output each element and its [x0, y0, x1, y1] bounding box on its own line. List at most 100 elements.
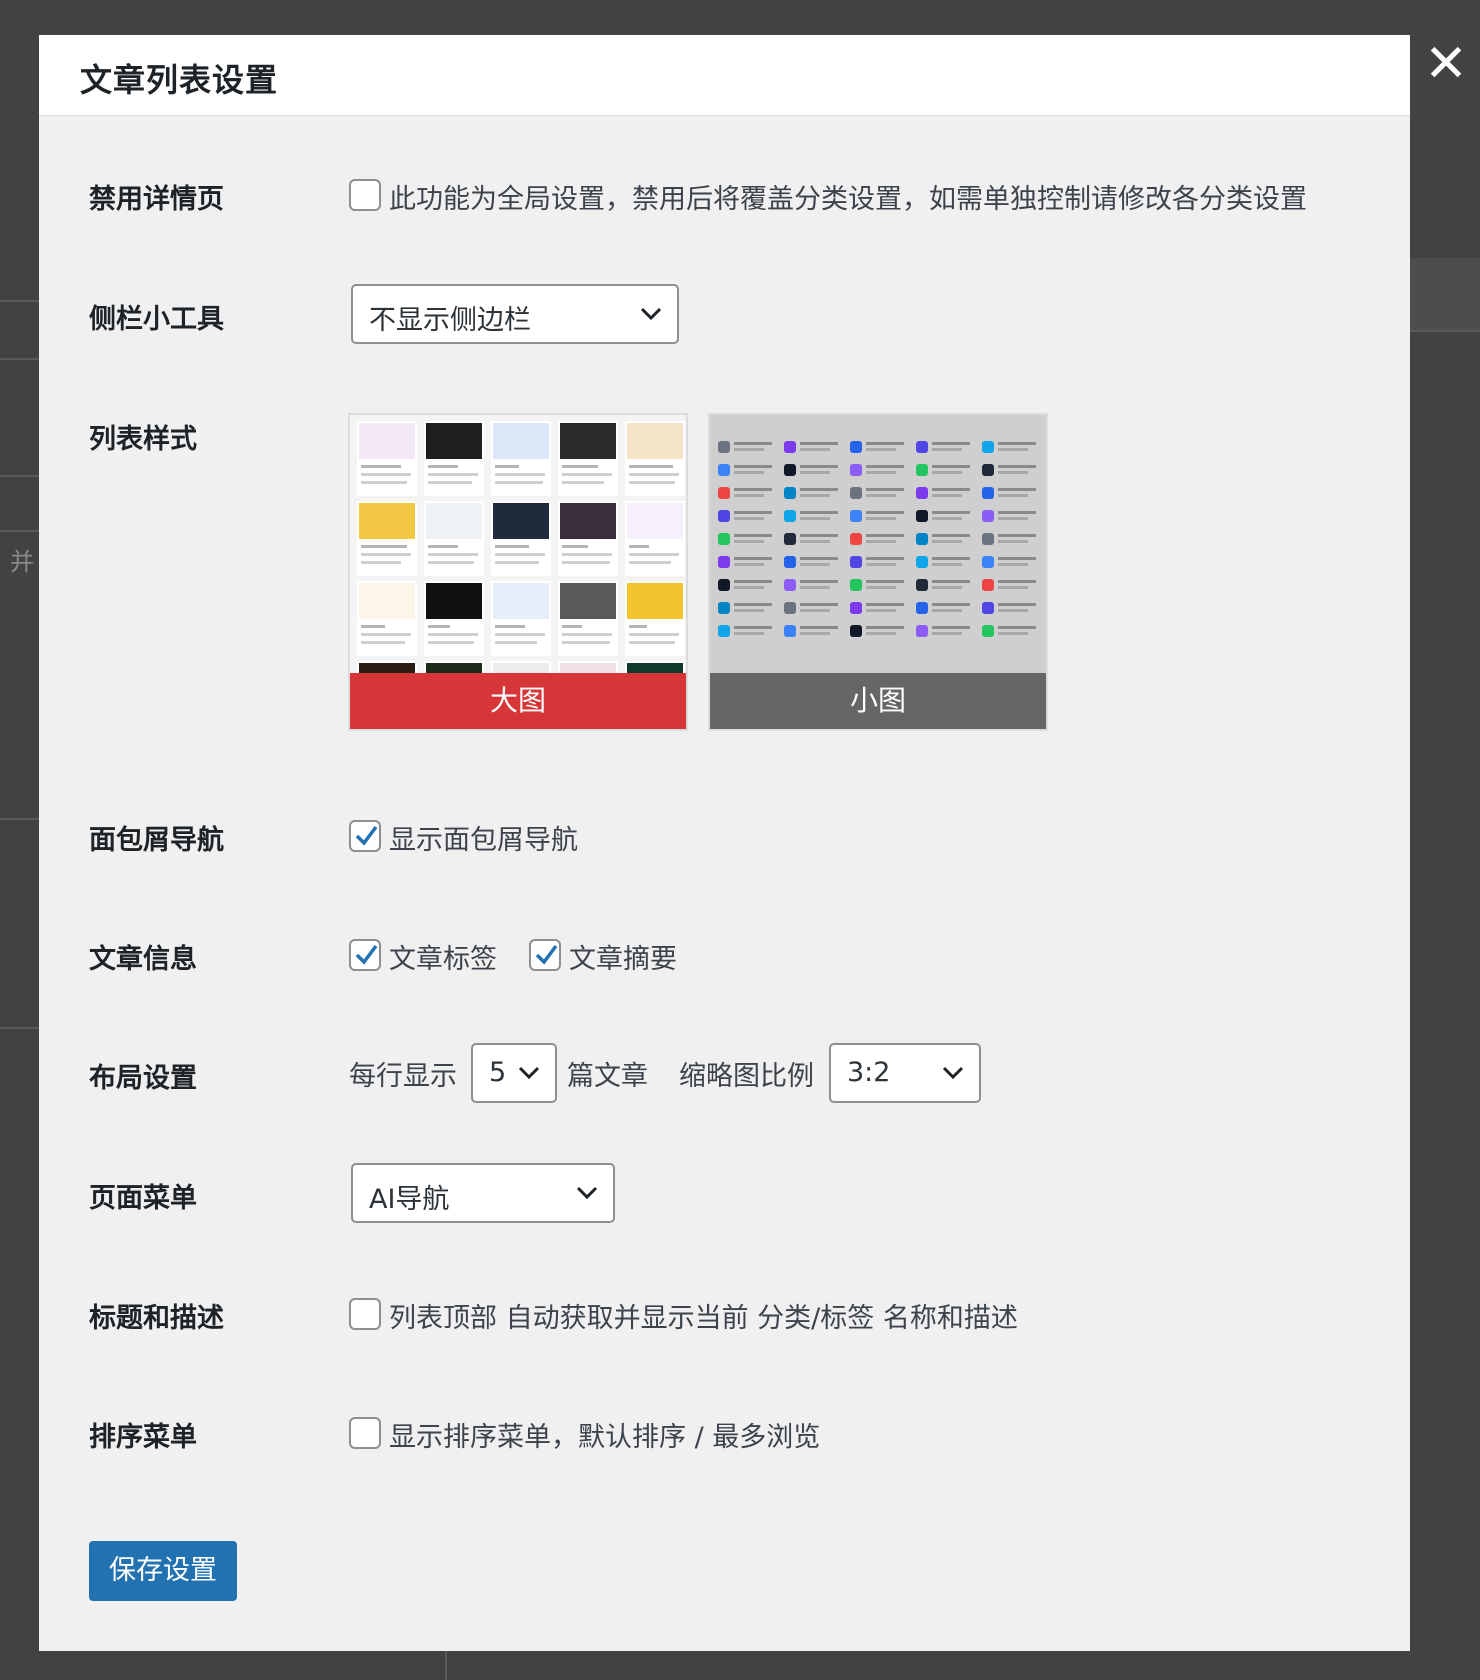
preview-list-item	[850, 508, 910, 526]
preview-tile	[491, 581, 551, 656]
preview-list-item	[718, 554, 778, 572]
post-tags-text: 文章标签	[389, 944, 497, 975]
style-option-small[interactable]: 小图	[708, 413, 1048, 731]
breadcrumb-text: 显示面包屑导航	[389, 825, 578, 856]
label-post-info: 文章信息	[89, 944, 197, 975]
preview-list-item	[982, 577, 1042, 595]
label-list-style: 列表样式	[89, 424, 197, 455]
ratio-label: 缩略图比例	[679, 1061, 814, 1092]
backdrop-divider	[0, 358, 39, 360]
preview-list-item	[982, 508, 1042, 526]
preview-list-item	[850, 600, 910, 618]
label-title-desc: 标题和描述	[89, 1303, 224, 1334]
label-sidebar: 侧栏小工具	[89, 304, 224, 335]
backdrop-divider	[0, 1027, 39, 1029]
post-tags-checkbox[interactable]	[349, 939, 381, 971]
preview-list-item	[982, 439, 1042, 457]
preview-tile	[625, 421, 685, 496]
preview-list-item	[916, 600, 976, 618]
preview-list-item	[916, 439, 976, 457]
backdrop-text: 并	[10, 548, 34, 576]
preview-list-item	[916, 485, 976, 503]
post-excerpt-checkbox[interactable]	[529, 939, 561, 971]
preview-list-item	[916, 623, 976, 641]
preview-list-item	[850, 577, 910, 595]
chevron-down-icon	[640, 307, 662, 321]
style-option-big[interactable]: 大图	[348, 413, 688, 731]
preview-tile	[558, 421, 618, 496]
preview-list-item	[916, 577, 976, 595]
preview-list-item	[916, 531, 976, 549]
preview-tile	[558, 661, 618, 673]
preview-tile	[424, 661, 484, 673]
disable-detail-checkbox[interactable]	[349, 179, 381, 211]
preview-list-item	[850, 554, 910, 572]
backdrop-divider	[445, 1651, 447, 1680]
label-layout: 布局设置	[89, 1063, 197, 1094]
preview-list-item	[718, 531, 778, 549]
preview-list-item	[784, 508, 844, 526]
disable-detail-text: 此功能为全局设置，禁用后将覆盖分类设置，如需单独控制请修改各分类设置	[389, 184, 1307, 215]
title-desc-checkbox[interactable]	[349, 1298, 381, 1330]
label-disable-detail: 禁用详情页	[89, 184, 224, 215]
page-menu-select[interactable]: AI导航	[351, 1163, 615, 1223]
preview-list-item	[850, 485, 910, 503]
preview-tile	[491, 421, 551, 496]
sidebar-select[interactable]: 不显示侧边栏	[351, 284, 679, 344]
preview-list-item	[784, 485, 844, 503]
sort-menu-text: 显示排序菜单，默认排序 / 最多浏览	[389, 1422, 821, 1453]
preview-list-item	[718, 439, 778, 457]
preview-list-item	[784, 531, 844, 549]
checkmark-icon	[355, 944, 378, 965]
preview-list-item	[784, 600, 844, 618]
save-button[interactable]: 保存设置	[89, 1541, 237, 1601]
big-style-preview	[350, 415, 686, 673]
small-style-preview	[710, 415, 1046, 673]
preview-list-item	[982, 462, 1042, 480]
preview-tile	[357, 661, 417, 673]
preview-tile	[357, 581, 417, 656]
preview-list-item	[850, 462, 910, 480]
preview-list-item	[982, 600, 1042, 618]
preview-list-item	[916, 462, 976, 480]
sidebar-select-value: 不显示侧边栏	[369, 305, 531, 336]
preview-list-item	[784, 577, 844, 595]
preview-list-item	[718, 462, 778, 480]
post-excerpt-text: 文章摘要	[569, 944, 677, 975]
checkmark-icon	[355, 825, 378, 846]
title-desc-text: 列表顶部 自动获取并显示当前 分类/标签 名称和描述	[389, 1303, 1018, 1334]
preview-list-item	[916, 554, 976, 572]
preview-list-item	[718, 600, 778, 618]
preview-tile	[625, 661, 685, 673]
preview-list-item	[784, 554, 844, 572]
label-sort-menu: 排序菜单	[89, 1422, 197, 1453]
backdrop-divider	[0, 530, 39, 532]
preview-tile	[558, 581, 618, 656]
preview-list-item	[850, 439, 910, 457]
per-row-select-value: 5	[489, 1057, 507, 1088]
sort-menu-checkbox[interactable]	[349, 1417, 381, 1449]
backdrop-divider	[0, 475, 39, 477]
preview-list-item	[850, 531, 910, 549]
backdrop-divider	[1410, 330, 1480, 332]
style-option-small-label: 小图	[710, 673, 1046, 729]
preview-list-item	[850, 623, 910, 641]
per-row-select[interactable]: 5	[471, 1043, 557, 1103]
backdrop-divider	[0, 818, 39, 820]
chevron-down-icon	[942, 1066, 964, 1080]
breadcrumb-checkbox[interactable]	[349, 820, 381, 852]
layout-prefix: 每行显示	[349, 1061, 457, 1092]
preview-list-item	[784, 439, 844, 457]
preview-list-item	[718, 577, 778, 595]
close-button[interactable]: ✕	[1422, 38, 1470, 90]
style-option-big-label: 大图	[350, 673, 686, 729]
preview-list-item	[718, 508, 778, 526]
preview-tile	[424, 501, 484, 576]
label-page-menu: 页面菜单	[89, 1183, 197, 1214]
ratio-select[interactable]: 3:2	[829, 1043, 981, 1103]
preview-list-item	[718, 623, 778, 641]
checkmark-icon	[535, 944, 558, 965]
preview-tile	[491, 501, 551, 576]
preview-list-item	[784, 462, 844, 480]
ratio-select-value: 3:2	[847, 1057, 891, 1088]
